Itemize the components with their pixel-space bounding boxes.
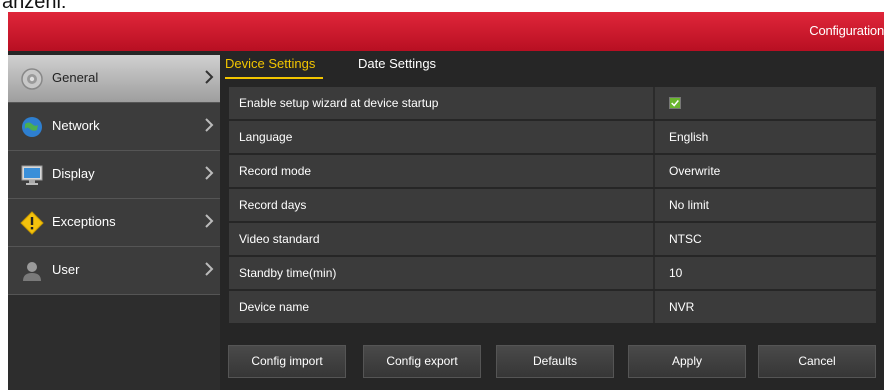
column-divider: [653, 257, 655, 289]
setting-label: Language: [239, 130, 293, 144]
tab-device-settings[interactable]: Device Settings: [225, 56, 315, 71]
chevron-right-icon: [205, 214, 214, 228]
sidebar-item-label: Exceptions: [52, 214, 116, 229]
video-standard-select[interactable]: NTSC: [669, 232, 702, 246]
checkmark-icon: [670, 98, 680, 108]
column-divider: [653, 189, 655, 221]
record-mode-select[interactable]: Overwrite: [669, 164, 720, 178]
cancel-button[interactable]: Cancel: [758, 345, 876, 378]
setup-wizard-checkbox[interactable]: [669, 97, 681, 109]
gear-icon: [21, 68, 43, 90]
sidebar-item-label: Display: [52, 166, 95, 181]
page-caption-text: anzehi:: [2, 0, 67, 12]
chevron-right-icon: [205, 70, 214, 84]
chevron-right-icon: [205, 262, 214, 276]
record-days-select[interactable]: No limit: [669, 198, 709, 212]
setting-label: Device name: [239, 300, 310, 314]
sidebar-item-user[interactable]: User: [8, 247, 220, 295]
device-name-input[interactable]: NVR: [669, 300, 694, 314]
title-bar: Configuration: [8, 12, 884, 51]
setting-label: Standby time(min): [239, 266, 337, 280]
globe-icon: [22, 117, 42, 137]
warning-icon: [20, 211, 44, 235]
config-export-button[interactable]: Config export: [363, 345, 481, 378]
column-divider: [653, 291, 655, 323]
setting-row-record-mode: Record mode Overwrite: [229, 155, 876, 187]
column-divider: [653, 223, 655, 255]
language-select[interactable]: English: [669, 130, 708, 144]
sidebar-item-label: General: [52, 70, 99, 85]
tab-date-settings[interactable]: Date Settings: [358, 56, 436, 71]
window-title: Configuration: [809, 23, 884, 38]
chevron-right-icon: [205, 118, 214, 132]
column-divider: [653, 155, 655, 187]
sidebar-item-display[interactable]: Display: [8, 151, 220, 199]
setting-row-device-name: Device name NVR: [229, 291, 876, 323]
defaults-button[interactable]: Defaults: [496, 345, 614, 378]
setting-row-video-standard: Video standard NTSC: [229, 223, 876, 255]
apply-button[interactable]: Apply: [628, 345, 746, 378]
column-divider: [653, 121, 655, 153]
column-divider: [653, 87, 655, 119]
sidebar-item-network[interactable]: Network: [8, 103, 220, 151]
setting-label: Video standard: [239, 232, 320, 246]
setting-label: Record days: [239, 198, 307, 212]
chevron-right-icon: [205, 166, 214, 180]
user-icon: [23, 262, 41, 281]
sidebar-item-label: Network: [52, 118, 100, 133]
config-import-button[interactable]: Config import: [228, 345, 346, 378]
page-caption: anzehi:: [0, 0, 884, 12]
setting-row-language: Language English: [229, 121, 876, 153]
sidebar: General Network Display Exceptions User: [8, 55, 220, 390]
active-tab-underline: [225, 77, 323, 79]
standby-time-select[interactable]: 10: [669, 266, 682, 280]
sidebar-item-general[interactable]: General: [8, 55, 220, 103]
setting-label: Enable setup wizard at device startup: [239, 96, 439, 110]
setting-label: Record mode: [239, 164, 312, 178]
setting-row-standby-time: Standby time(min) 10: [229, 257, 876, 289]
monitor-icon: [21, 165, 43, 185]
sidebar-item-exceptions[interactable]: Exceptions: [8, 199, 220, 247]
sidebar-item-label: User: [52, 262, 80, 277]
setting-row-record-days: Record days No limit: [229, 189, 876, 221]
setting-row-setup-wizard: Enable setup wizard at device startup: [229, 87, 876, 119]
